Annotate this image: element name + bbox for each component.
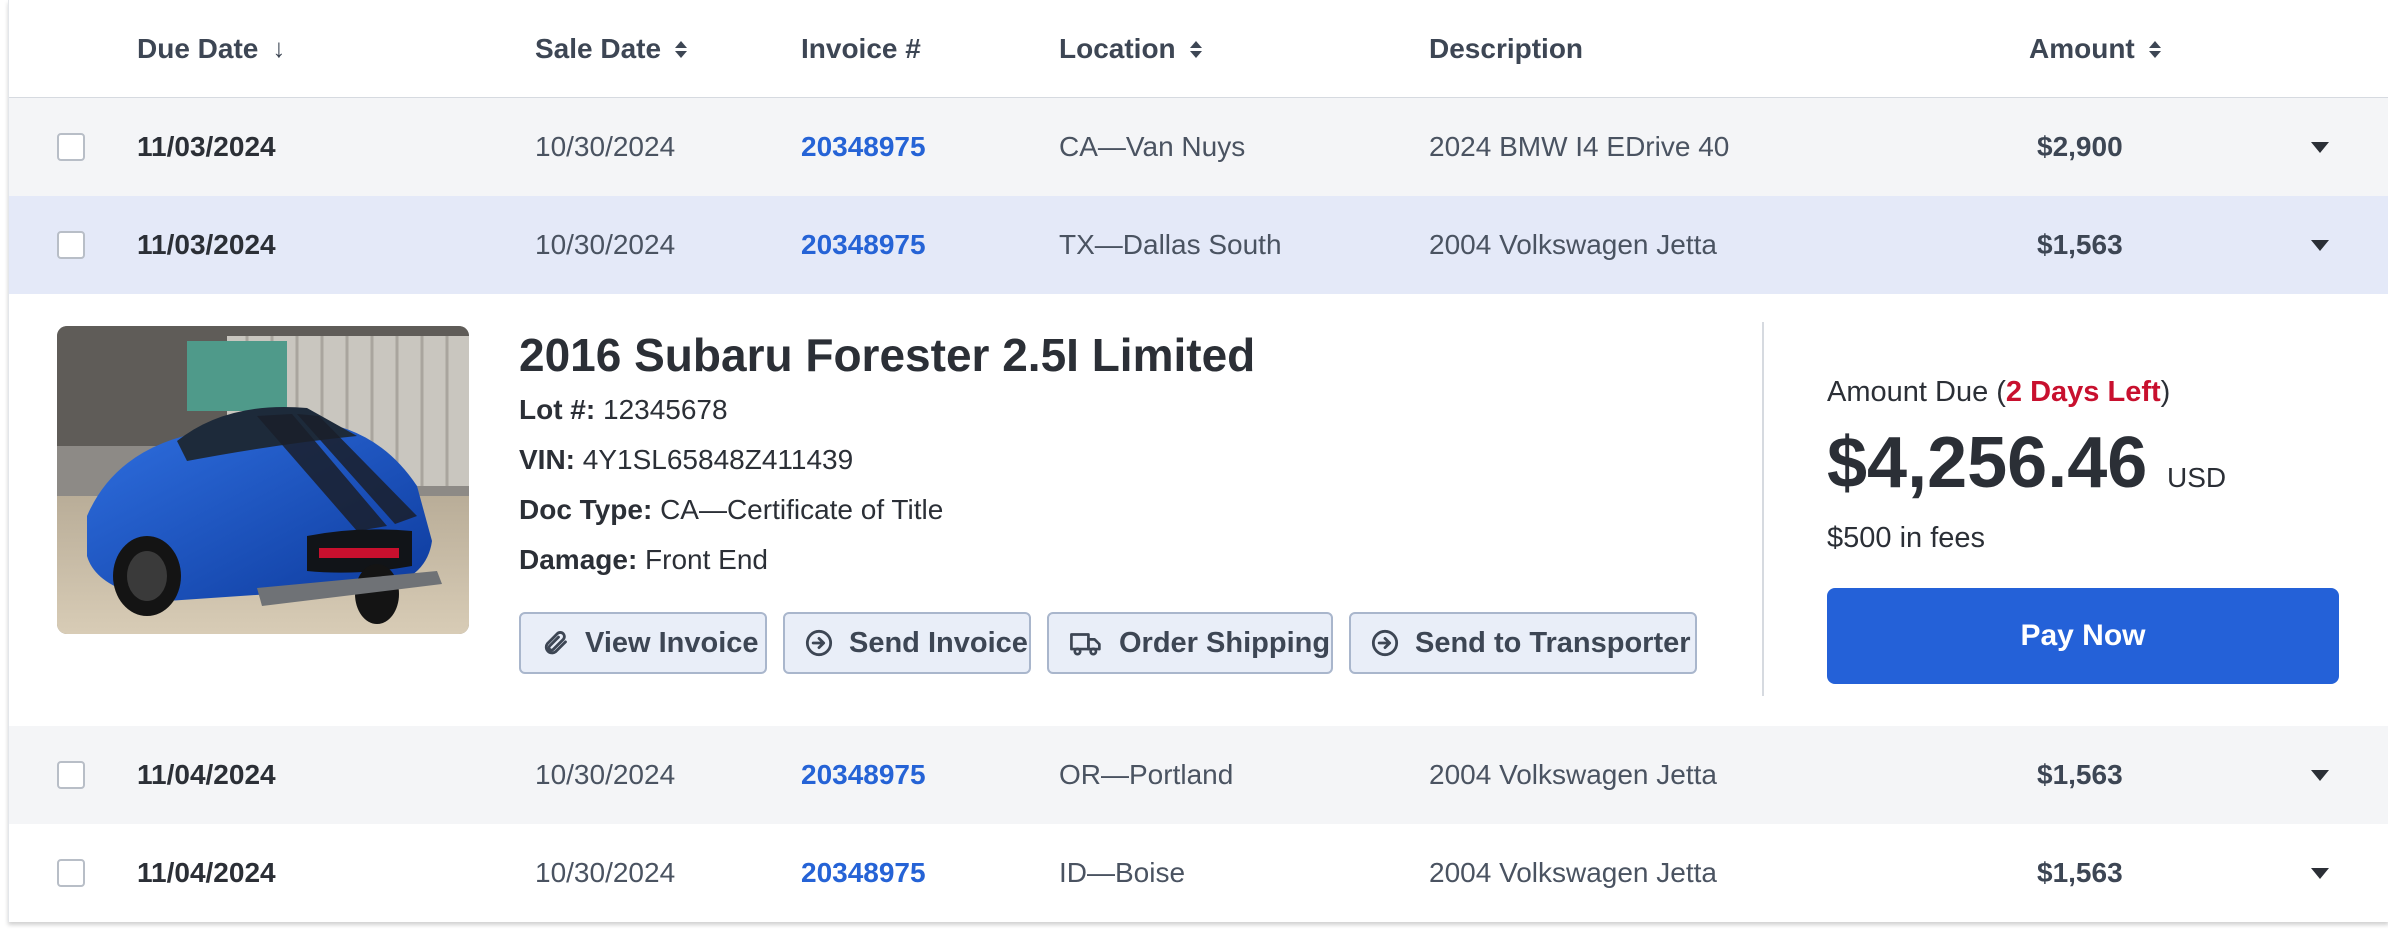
- amount: $2,900: [2037, 131, 2123, 162]
- sort-icon: [1189, 37, 1202, 61]
- amount: $1,563: [2037, 759, 2123, 790]
- amount-due-value: $4,256.46: [1827, 423, 2148, 503]
- days-left-badge: 2 Days Left: [2005, 376, 2161, 408]
- header-amount-label: Amount: [2029, 32, 2135, 64]
- invoice-link[interactable]: 20348975: [801, 726, 926, 824]
- row-select: [57, 726, 85, 824]
- send-icon: [1371, 629, 1399, 657]
- sale-date: 10/30/2024: [535, 759, 676, 790]
- amount: $1,563: [2037, 857, 2123, 888]
- send-icon: [805, 629, 833, 657]
- header-location-label: Location: [1059, 32, 1176, 64]
- sort-icon: [675, 37, 688, 61]
- order-shipping-button[interactable]: Order Shipping: [1047, 612, 1333, 674]
- due-date: 11/04/2024: [137, 759, 276, 790]
- vehicle-title: 2016 Subaru Forester 2.5I Limited: [519, 329, 1256, 381]
- doc-type: Doc Type: CA—Certificate of Title: [519, 494, 943, 526]
- send-invoice-label: Send Invoice: [849, 626, 1028, 659]
- damage: Damage: Front End: [519, 544, 768, 576]
- row-checkbox[interactable]: [57, 133, 85, 161]
- due-date: 11/03/2024: [137, 131, 276, 162]
- amount: $1,563: [2037, 229, 2123, 260]
- header-location[interactable]: Location: [1059, 0, 1202, 97]
- header-sale-date-label: Sale Date: [535, 32, 662, 64]
- doc-type-label: Doc Type:: [519, 494, 653, 525]
- location: CA—Van Nuys: [1059, 131, 1246, 162]
- vin-label: VIN:: [519, 444, 575, 475]
- chevron-down-icon: [2311, 867, 2329, 879]
- invoice-link[interactable]: 20348975: [801, 196, 926, 294]
- vin-value: 4Y1SL65848Z411439: [582, 444, 854, 475]
- view-invoice-button[interactable]: View Invoice: [519, 612, 767, 674]
- expand-toggle[interactable]: [2311, 196, 2329, 294]
- header-amount[interactable]: Amount: [2029, 0, 2161, 97]
- lot-value: 12345678: [603, 394, 728, 425]
- due-date: 11/03/2024: [137, 229, 276, 260]
- sort-icon: [2148, 37, 2161, 61]
- description: 2004 Volkswagen Jetta: [1429, 857, 1717, 888]
- doc-type-value: CA—Certificate of Title: [660, 494, 944, 525]
- header-due-date-label: Due Date: [137, 32, 259, 64]
- due-date: 11/04/2024: [137, 857, 276, 888]
- description: 2004 Volkswagen Jetta: [1429, 759, 1717, 790]
- row-select: [57, 98, 85, 196]
- row-checkbox[interactable]: [57, 859, 85, 887]
- location: TX—Dallas South: [1059, 229, 1282, 260]
- expand-toggle[interactable]: [2311, 726, 2329, 824]
- lot-label: Lot #:: [519, 394, 596, 425]
- table-header: Due Date ↓ Sale Date Invoice # Location …: [9, 0, 2388, 99]
- sale-date: 10/30/2024: [535, 131, 676, 162]
- arrow-down-icon: ↓: [272, 33, 286, 63]
- header-invoice: Invoice #: [801, 0, 921, 97]
- view-invoice-label: View Invoice: [585, 626, 759, 659]
- table-row[interactable]: 11/04/2024 10/30/2024 20348975 OR—Portla…: [9, 726, 2388, 824]
- expand-toggle[interactable]: [2311, 98, 2329, 196]
- lot-number: Lot #: 12345678: [519, 394, 728, 426]
- damage-value: Front End: [645, 544, 768, 575]
- pay-now-button[interactable]: Pay Now: [1827, 588, 2339, 684]
- header-sale-date[interactable]: Sale Date: [535, 0, 688, 97]
- paperclip-icon: [544, 631, 567, 655]
- location: ID—Boise: [1059, 857, 1186, 888]
- sale-date: 10/30/2024: [535, 857, 676, 888]
- table-row[interactable]: 11/04/2024 10/30/2024 20348975 ID—Boise …: [9, 824, 2388, 922]
- order-shipping-label: Order Shipping: [1119, 626, 1331, 659]
- invoice-table: Due Date ↓ Sale Date Invoice # Location …: [8, 0, 2388, 922]
- panel-divider: [1762, 322, 1764, 696]
- header-invoice-label: Invoice #: [801, 32, 921, 64]
- chevron-down-icon: [2311, 239, 2329, 251]
- sale-date: 10/30/2024: [535, 229, 676, 260]
- invoice-link[interactable]: 20348975: [801, 824, 926, 922]
- send-to-transporter-label: Send to Transporter: [1415, 626, 1691, 659]
- chevron-down-icon: [2311, 141, 2329, 153]
- table-row[interactable]: 11/03/2024 10/30/2024 20348975 CA—Van Nu…: [9, 98, 2388, 196]
- send-invoice-button[interactable]: Send Invoice: [783, 612, 1031, 674]
- vin: VIN: 4Y1SL65848Z411439: [519, 444, 853, 476]
- row-checkbox[interactable]: [57, 231, 85, 259]
- amount-due-label: Amount Due (2 Days Left): [1827, 376, 2170, 409]
- row-checkbox[interactable]: [57, 761, 85, 789]
- invoice-link[interactable]: 20348975: [801, 98, 926, 196]
- header-description-label: Description: [1429, 32, 1584, 64]
- row-select: [57, 824, 85, 922]
- currency-label: USD: [2167, 462, 2227, 493]
- location: OR—Portland: [1059, 759, 1234, 790]
- damage-label: Damage:: [519, 544, 638, 575]
- lot-detail-panel: 2016 Subaru Forester 2.5I Limited Lot #:…: [9, 294, 2388, 726]
- expand-toggle[interactable]: [2311, 824, 2329, 922]
- row-select: [57, 196, 85, 294]
- chevron-down-icon: [2311, 769, 2329, 781]
- truck-icon: [1070, 633, 1101, 656]
- amount-due-close: ): [2160, 376, 2171, 408]
- header-description: Description: [1429, 0, 1583, 97]
- fees-text: $500 in fees: [1827, 522, 1986, 554]
- table-row-expanded[interactable]: 11/03/2024 10/30/2024 20348975 TX—Dallas…: [9, 196, 2388, 294]
- send-to-transporter-button[interactable]: Send to Transporter: [1349, 612, 1697, 674]
- vehicle-photo: [57, 326, 469, 634]
- description: 2024 BMW I4 EDrive 40: [1429, 131, 1730, 162]
- header-due-date[interactable]: Due Date ↓: [137, 0, 285, 97]
- description: 2004 Volkswagen Jetta: [1429, 229, 1717, 260]
- amount-due-text: Amount Due (: [1827, 376, 2006, 408]
